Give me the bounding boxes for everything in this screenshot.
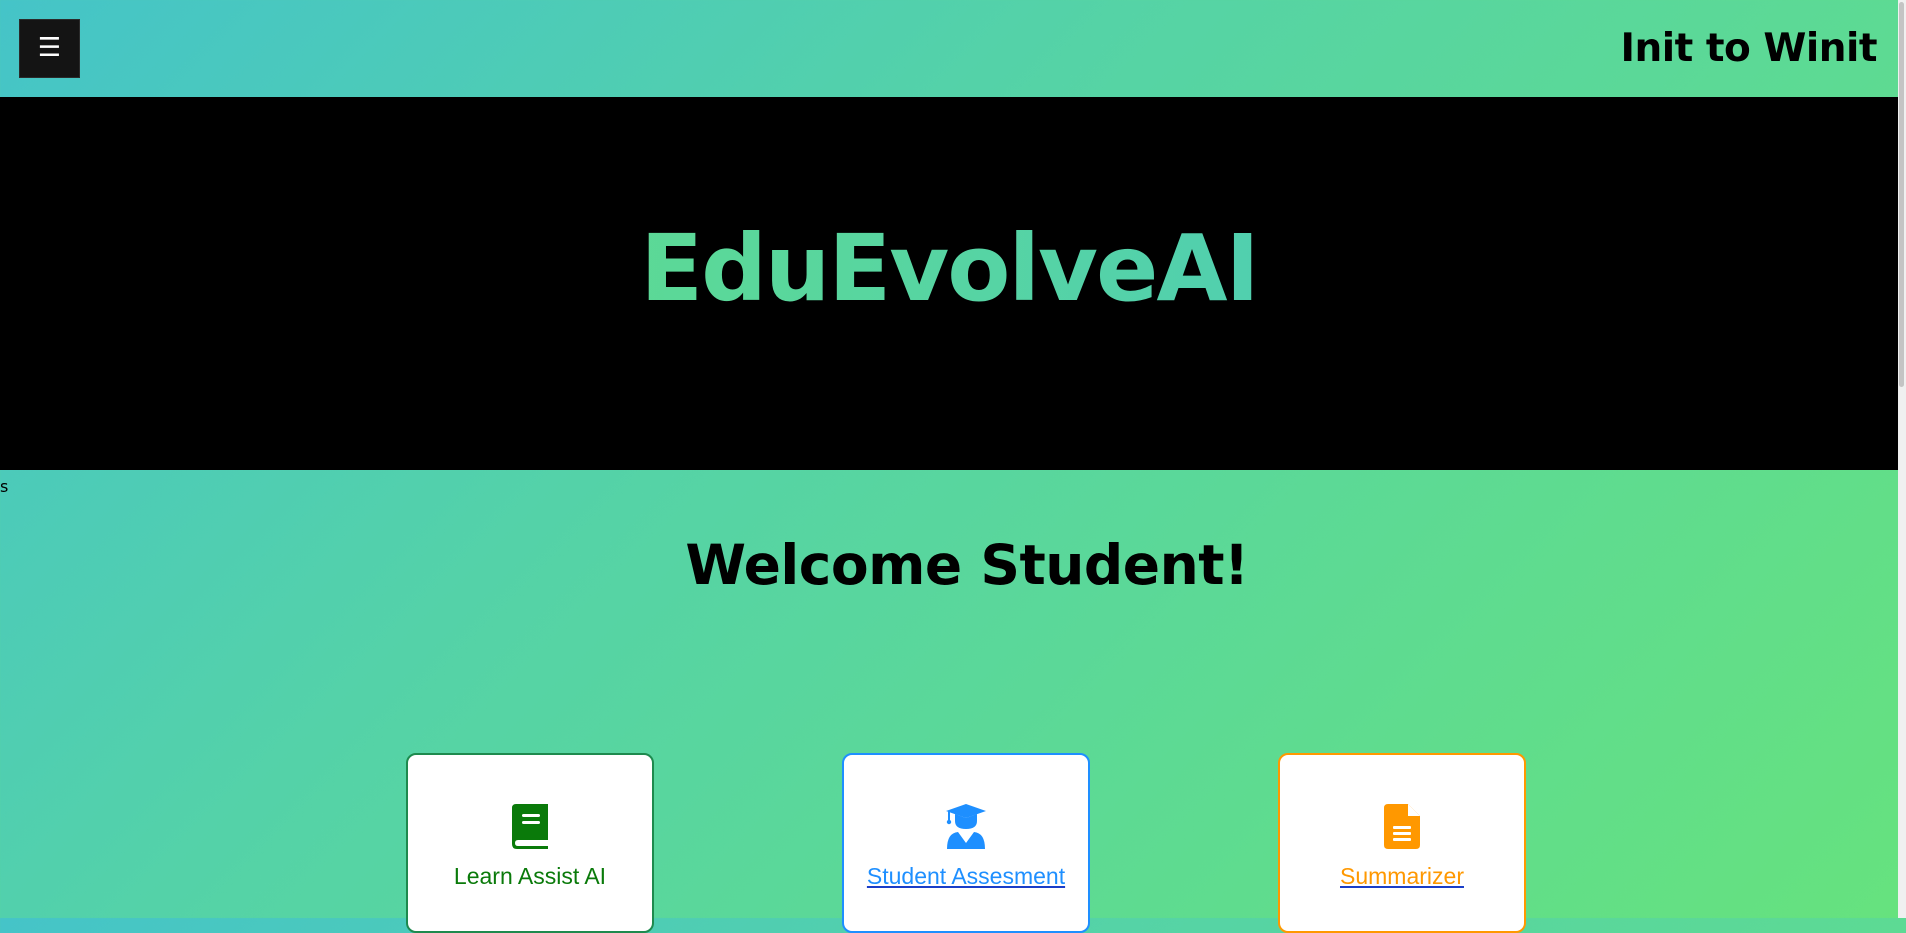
page: ☰ Init to Winit EduEvolveAI s Welcome St… — [0, 0, 1898, 933]
summarizer-link[interactable]: Summarizer — [1280, 861, 1524, 891]
learn-assist-label: Learn Assist AI — [453, 863, 607, 889]
hero-title: EduEvolveAI — [0, 223, 1898, 315]
welcome-heading: Welcome Student! — [685, 533, 1249, 597]
graduate-icon — [946, 804, 986, 849]
document-icon — [1384, 804, 1420, 849]
student-assesment-card[interactable]: Student Assesment — [842, 753, 1090, 933]
scrollbar-thumb[interactable] — [1899, 2, 1904, 387]
hero-banner: EduEvolveAI — [0, 97, 1898, 470]
stray-text: s — [0, 477, 9, 496]
header: ☰ Init to Winit — [0, 0, 1898, 97]
team-name: Init to Winit — [1620, 26, 1877, 71]
summarizer-card[interactable]: Summarizer — [1278, 753, 1526, 933]
student-assesment-link[interactable]: Student Assesment — [844, 861, 1088, 891]
book-icon — [512, 804, 548, 849]
menu-button[interactable]: ☰ — [19, 19, 80, 78]
learn-assist-card[interactable]: Learn Assist AI — [406, 753, 654, 933]
vertical-scrollbar[interactable] — [1898, 0, 1906, 918]
hamburger-icon: ☰ — [37, 33, 62, 63]
